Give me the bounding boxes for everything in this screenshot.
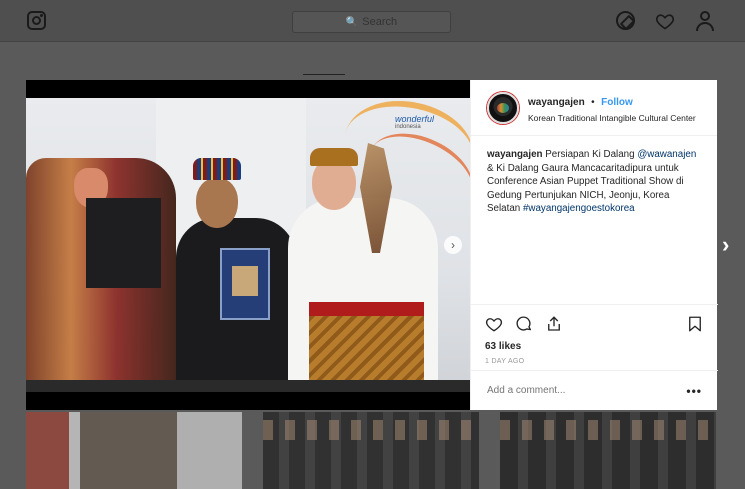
- post-photo[interactable]: wonderful indonesia ›: [26, 80, 470, 410]
- follow-button[interactable]: Follow: [601, 97, 633, 108]
- location-link[interactable]: Korean Traditional Intangible Cultural C…: [528, 113, 696, 123]
- photo-scene: wonderful indonesia: [26, 98, 470, 392]
- separator-dot: •: [591, 97, 595, 108]
- profile-icon[interactable]: [695, 11, 715, 31]
- username-link[interactable]: wayangajen: [528, 97, 585, 108]
- search-box[interactable]: 🔍 Search: [292, 11, 451, 33]
- heart-icon[interactable]: [655, 11, 675, 31]
- grid-thumbnail[interactable]: [500, 412, 716, 489]
- top-icons: [616, 11, 715, 31]
- more-options-icon[interactable]: •••: [686, 384, 702, 398]
- grid-thumbnail[interactable]: [263, 412, 479, 489]
- next-post-arrow-icon[interactable]: ›: [722, 232, 729, 258]
- profile-tab-indicator: [303, 74, 345, 75]
- comment-bubble-icon[interactable]: [515, 315, 533, 333]
- wonderful-indonesia-logo: wonderful indonesia: [395, 114, 435, 130]
- caption-hashtag[interactable]: #wayangajengoestokorea: [523, 203, 635, 214]
- post-actions: 63 likes 1 DAY AGO: [471, 304, 718, 365]
- compass-icon[interactable]: [616, 11, 635, 30]
- search-placeholder: Search: [362, 16, 398, 28]
- caption-mention[interactable]: @wawanajen: [637, 149, 696, 160]
- post-modal: wonderful indonesia › wayangajen • Follo…: [26, 80, 718, 410]
- share-icon[interactable]: [545, 315, 563, 333]
- comment-input[interactable]: [487, 385, 687, 396]
- profile-grid-row: [26, 412, 717, 489]
- post-caption: wayangajen Persiapan Ki Dalang @wawanaje…: [471, 136, 717, 306]
- caption-username[interactable]: wayangajen: [487, 149, 543, 160]
- like-heart-icon[interactable]: [485, 315, 503, 333]
- instagram-logo-icon[interactable]: [27, 11, 46, 30]
- search-icon: 🔍: [345, 16, 359, 28]
- likes-count[interactable]: 63 likes: [485, 341, 704, 352]
- grid-thumbnail[interactable]: [26, 412, 242, 489]
- post-sidebar: wayangajen • Follow Korean Traditional I…: [470, 80, 718, 410]
- bookmark-icon[interactable]: [686, 315, 704, 333]
- add-comment-bar: •••: [471, 370, 718, 410]
- avatar[interactable]: [487, 91, 519, 124]
- top-navigation-bar: 🔍 Search: [0, 0, 745, 42]
- post-timestamp: 1 DAY AGO: [485, 358, 525, 365]
- caption-text: Persiapan Ki Dalang: [542, 149, 638, 160]
- post-header: wayangajen • Follow Korean Traditional I…: [471, 80, 717, 136]
- photo-next-arrow-icon[interactable]: ›: [444, 236, 462, 254]
